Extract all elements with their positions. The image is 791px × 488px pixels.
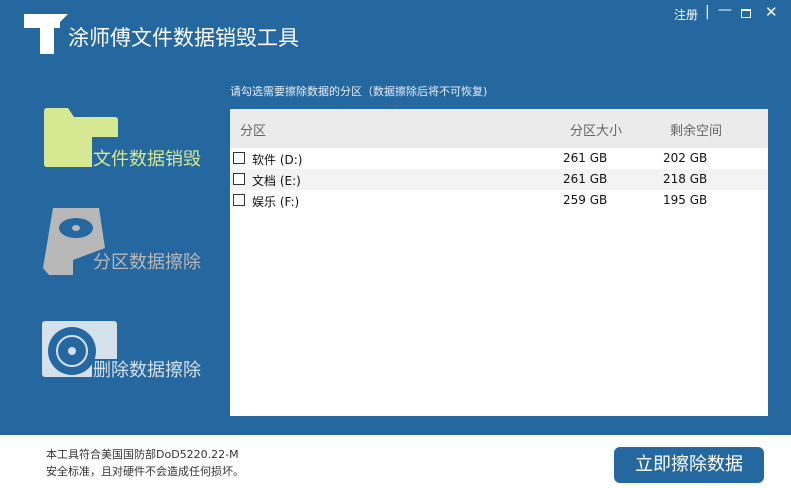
- row-checkbox[interactable]: [233, 173, 245, 185]
- sidebar-item-deleted-wipe[interactable]: 删除数据擦除: [40, 321, 220, 401]
- partition-name: 文档 (E:): [252, 174, 301, 188]
- row-checkbox[interactable]: [233, 152, 245, 164]
- compliance-note: 本工具符合美国国防部DoD5220.22-M 安全标准，且对硬件不会造成任何损坏…: [46, 446, 244, 480]
- sidebar-item-file-shred[interactable]: 文件数据销毁: [40, 107, 220, 187]
- partition-table: ^ 分区 分区大小 剩余空间 软件 (D:) 261 GB 202 GB 文档 (E…: [230, 104, 768, 416]
- sidebar-label: 删除数据擦除: [93, 360, 201, 381]
- table-header: ^ 分区 分区大小 剩余空间: [230, 104, 768, 148]
- sidebar-label: 分区数据擦除: [93, 252, 201, 273]
- partition-free: 202 GB: [663, 151, 708, 165]
- table-row[interactable]: 娱乐 (F:) 259 GB 195 GB: [230, 190, 768, 211]
- sidebar-item-partition-wipe[interactable]: 分区数据擦除: [40, 208, 220, 288]
- partition-size: 261 GB: [563, 172, 608, 186]
- column-size[interactable]: 分区大小: [570, 120, 622, 139]
- partition-name: 娱乐 (F:): [252, 195, 300, 209]
- minimize-button[interactable]: —: [718, 2, 732, 18]
- table-row[interactable]: 文档 (E:) 261 GB 218 GB: [230, 169, 768, 190]
- partition-name: 软件 (D:): [252, 153, 303, 167]
- partition-size: 259 GB: [563, 193, 608, 207]
- header-area: 涂师傅文件数据销毁工具 注册 | — ✕ 文件数据销毁 分区数据擦除 删除数据擦…: [0, 0, 791, 435]
- partition-size: 261 GB: [563, 151, 608, 165]
- divider: |: [705, 4, 710, 20]
- maximize-button[interactable]: [741, 9, 751, 18]
- close-button[interactable]: ✕: [765, 3, 778, 21]
- sidebar-label: 文件数据销毁: [93, 149, 201, 170]
- app-logo-icon: [24, 14, 68, 54]
- column-partition[interactable]: 分区: [240, 120, 266, 139]
- row-checkbox[interactable]: [233, 194, 245, 206]
- partition-free: 195 GB: [663, 193, 708, 207]
- compliance-line-1: 本工具符合美国国防部DoD5220.22-M: [46, 448, 239, 461]
- app-title: 涂师傅文件数据销毁工具: [68, 26, 299, 50]
- register-link[interactable]: 注册: [674, 6, 698, 23]
- sort-arrow-icon[interactable]: ^: [393, 104, 401, 115]
- compliance-line-2: 安全标准，且对硬件不会造成任何损坏。: [46, 465, 244, 478]
- wipe-now-button[interactable]: 立即擦除数据: [614, 447, 764, 483]
- column-free[interactable]: 剩余空间: [670, 120, 722, 139]
- partition-free: 218 GB: [663, 172, 708, 186]
- instruction-text: 请勾选需要擦除数据的分区（数据擦除后将不可恢复): [230, 85, 488, 98]
- table-row[interactable]: 软件 (D:) 261 GB 202 GB: [230, 148, 768, 169]
